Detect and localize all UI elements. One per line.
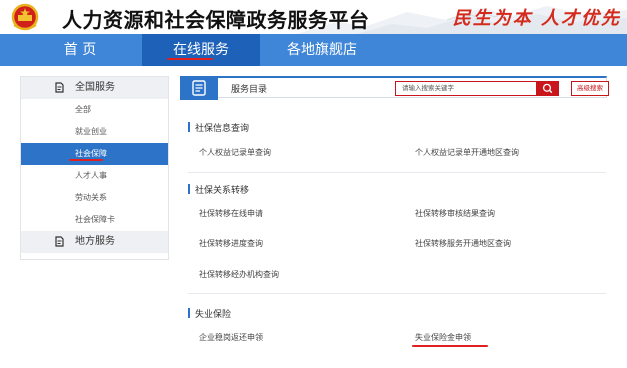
sidebar-item-social-security[interactable]: 社会保障: [21, 143, 168, 165]
sidebar-item-social-security-card[interactable]: 社会保障卡: [21, 209, 168, 231]
national-emblem-icon: [11, 3, 39, 31]
search-input[interactable]: 请输入搜索关键字: [395, 81, 537, 96]
sidebar-group-national[interactable]: 全国服务: [21, 77, 168, 99]
link-annotation-underline: [412, 345, 488, 347]
catalog-header: 服务目录 请输入搜索关键字 高级搜索: [180, 76, 609, 100]
main-nav: 首 页 在线服务 各地旗舰店: [0, 34, 627, 66]
sidebar-item-labor-relations[interactable]: 劳动关系: [21, 187, 168, 209]
search-icon: [542, 83, 553, 94]
sidebar-group-local[interactable]: 地方服务: [21, 231, 168, 253]
nav-annotation-underline: [167, 58, 213, 60]
sidebar-item-employment[interactable]: 就业创业: [21, 121, 168, 143]
sidebar-annotation-underline: [69, 159, 103, 161]
service-link[interactable]: 社保转移服务开通地区查询: [415, 238, 511, 249]
service-link[interactable]: 社保转移在线申请: [199, 208, 263, 219]
sidebar-group-label: 全国服务: [75, 82, 115, 93]
service-stamp-icon: [55, 236, 64, 247]
section-divider: [188, 293, 606, 294]
nav-item-local-flagship[interactable]: 各地旗舰店: [270, 34, 374, 66]
service-link[interactable]: 失业保险金申领: [415, 332, 471, 343]
section-marker: [188, 122, 190, 132]
nav-item-online-service[interactable]: 在线服务: [142, 34, 260, 66]
section-marker: [188, 184, 190, 194]
service-link[interactable]: 企业稳岗返还申领: [199, 332, 263, 343]
sidebar-item-label: 社会保障: [75, 149, 107, 158]
catalog-title: 服务目录: [231, 85, 268, 95]
document-icon: [192, 80, 206, 96]
nav-item-home[interactable]: 首 页: [32, 34, 128, 66]
search-button[interactable]: [537, 81, 559, 96]
sidebar-item-all[interactable]: 全部: [21, 99, 168, 121]
service-link[interactable]: 社保转移审核结果查询: [415, 208, 495, 219]
section-marker: [188, 308, 190, 318]
site-header: 人力资源和社会保障政务服务平台 民生为本 人才优先: [0, 0, 627, 34]
service-link[interactable]: 社保转移进度查询: [199, 238, 263, 249]
sidebar: 全国服务 全部 就业创业 社会保障 人才人事 劳动关系 社会保障卡 地方服务: [20, 76, 169, 260]
section-divider: [188, 172, 606, 173]
site-slogan: 民生为本 人才优先: [452, 8, 621, 29]
sidebar-group-label: 地方服务: [75, 236, 115, 247]
service-link[interactable]: 个人权益记录单查询: [199, 147, 271, 158]
sidebar-item-talent[interactable]: 人才人事: [21, 165, 168, 187]
catalog-header-icon-box: [180, 76, 218, 100]
advanced-search-button[interactable]: 高级搜索: [571, 81, 609, 96]
site-title: 人力资源和社会保障政务服务平台: [62, 8, 370, 32]
service-stamp-icon: [55, 82, 64, 93]
service-link[interactable]: 个人权益记录单开通地区查询: [415, 147, 519, 158]
service-link[interactable]: 社保转移经办机构查询: [199, 269, 279, 280]
